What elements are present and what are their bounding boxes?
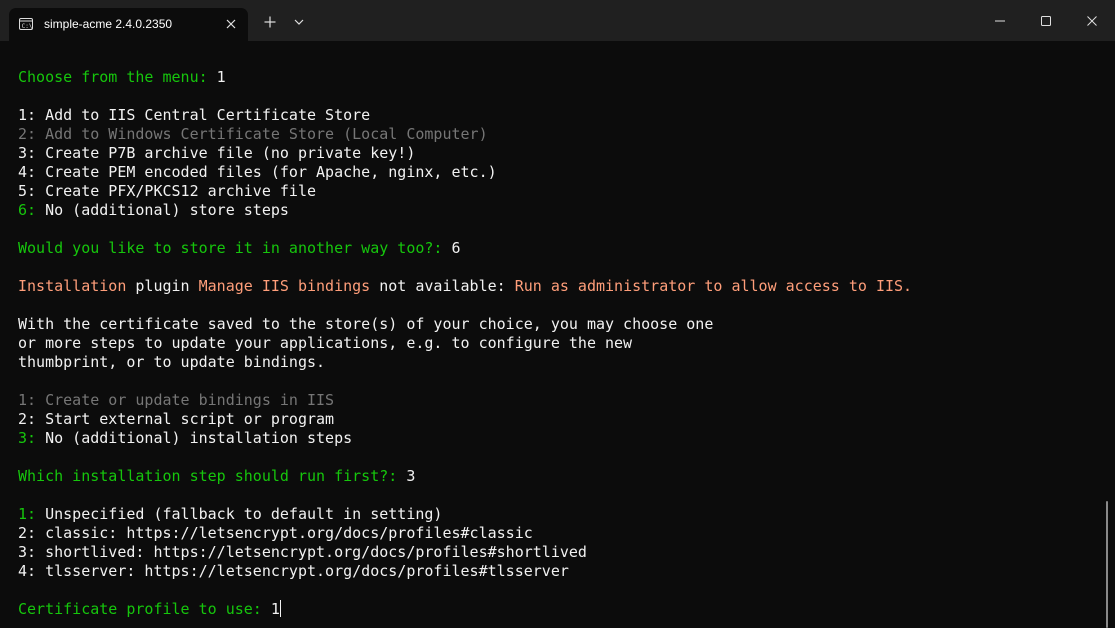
list-item: 5: Create PFX/PKCS12 archive file — [18, 182, 317, 200]
info-paragraph-line: With the certificate saved to the store(… — [18, 315, 714, 333]
terminal-window: C:\ simple-acme 2.4.0.2350 Choose from t… — [0, 0, 1115, 628]
list-item: 2: Start external script or program — [18, 410, 335, 428]
list-item: 4: Create PEM encoded files (for Apache,… — [18, 163, 497, 181]
prompt-answer: 3 — [397, 467, 416, 485]
list-item-disabled: 2: Add to Windows Certificate Store (Loc… — [18, 125, 488, 143]
text-cursor — [279, 600, 281, 617]
installation-warning-line: Installation plugin Manage IIS bindings … — [18, 277, 913, 295]
install-prompt-line: Which installation step should run first… — [18, 467, 415, 486]
menu-prompt-line: Choose from the menu: 1 — [18, 68, 226, 87]
list-item-default: 6: No (additional) store steps — [18, 201, 289, 219]
list-item-default: 1: Unspecified (fallback to default in s… — [18, 505, 443, 523]
terminal-output[interactable]: Choose from the menu: 1 1: Add to IIS Ce… — [0, 41, 1115, 628]
profile-prompt-line[interactable]: Certificate profile to use: 1 — [18, 600, 281, 619]
svg-text:C:\: C:\ — [22, 23, 33, 30]
prompt-text: Choose from the menu: — [18, 68, 208, 86]
minimize-icon — [995, 20, 1005, 21]
list-item: 4: tlsserver: https://letsencrypt.org/do… — [18, 562, 569, 580]
tab-simple-acme[interactable]: C:\ simple-acme 2.4.0.2350 — [9, 8, 248, 41]
prompt-answer: 6 — [442, 239, 461, 257]
tab-title: simple-acme 2.4.0.2350 — [44, 17, 173, 31]
terminal-icon: C:\ — [18, 16, 34, 32]
list-item: 3: shortlived: https://letsencrypt.org/d… — [18, 543, 587, 561]
title-bar: C:\ simple-acme 2.4.0.2350 — [0, 0, 1115, 41]
minimize-button[interactable] — [977, 0, 1023, 41]
close-icon — [1087, 15, 1097, 26]
list-item: 2: classic: https://letsencrypt.org/docs… — [18, 524, 533, 542]
info-paragraph-line: thumbprint, or to update bindings. — [18, 353, 326, 371]
list-item: 3: Create P7B archive file (no private k… — [18, 144, 416, 162]
tab-close-button[interactable] — [222, 15, 240, 33]
prompt-text: Which installation step should run first… — [18, 467, 398, 485]
list-item-default: 3: No (additional) installation steps — [18, 429, 353, 447]
info-paragraph-line: or more steps to update your application… — [18, 334, 633, 352]
maximize-icon — [1041, 15, 1051, 26]
list-item: 1: Add to IIS Central Certificate Store — [18, 106, 371, 124]
close-window-button[interactable] — [1069, 0, 1115, 41]
scrollbar[interactable] — [1106, 501, 1108, 628]
prompt-input[interactable]: 1 — [262, 600, 280, 618]
list-item-disabled: 1: Create or update bindings in IIS — [18, 391, 335, 409]
prompt-answer: 1 — [207, 68, 226, 86]
new-tab-button[interactable] — [257, 8, 283, 36]
store-prompt-line: Would you like to store it in another wa… — [18, 239, 461, 258]
chevron-down-icon — [294, 19, 304, 25]
prompt-text: Would you like to store it in another wa… — [18, 239, 443, 257]
tab-dropdown-button[interactable] — [288, 8, 310, 36]
maximize-button[interactable] — [1023, 0, 1069, 41]
prompt-text: Certificate profile to use: — [18, 600, 262, 618]
close-icon — [226, 19, 236, 29]
plus-icon — [264, 16, 276, 28]
